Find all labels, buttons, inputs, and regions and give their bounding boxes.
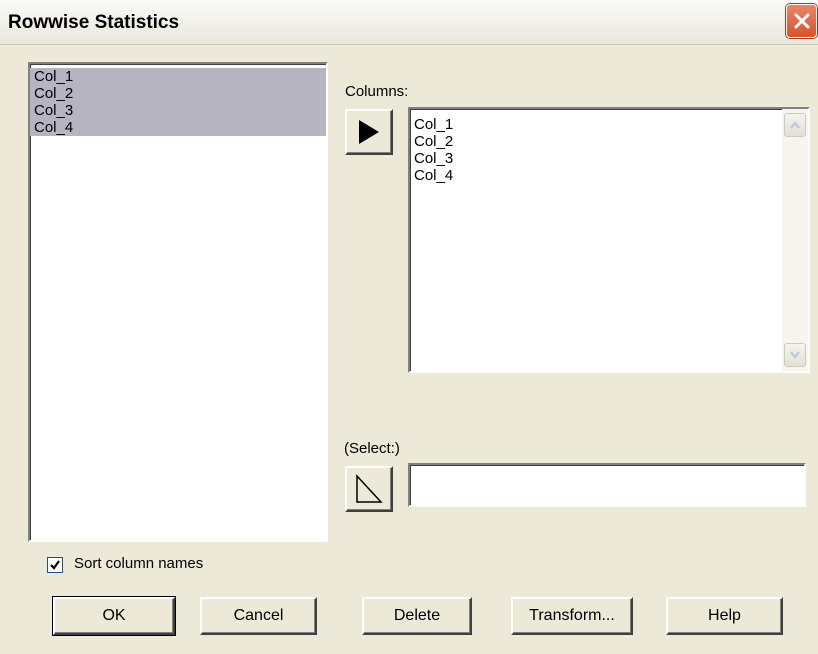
delete-button[interactable]: Delete	[362, 597, 472, 635]
sort-checkbox[interactable]	[47, 557, 63, 573]
ok-button[interactable]: OK	[52, 596, 176, 636]
select-label: (Select:)	[344, 440, 400, 457]
list-item[interactable]: Col_1	[410, 116, 770, 133]
add-to-columns-button[interactable]	[345, 109, 393, 155]
checkmark-icon	[50, 560, 60, 570]
chevron-down-icon	[790, 351, 800, 359]
list-item[interactable]: Col_2	[410, 133, 770, 150]
close-button[interactable]	[786, 4, 817, 38]
add-to-select-button[interactable]	[345, 466, 393, 512]
columns-list[interactable]: Col_1 Col_2 Col_3 Col_4	[408, 107, 810, 373]
window-title: Rowwise Statistics	[8, 12, 180, 33]
transform-button[interactable]: Transform...	[511, 597, 633, 635]
list-item[interactable]: Col_3	[30, 102, 326, 119]
columns-label: Columns:	[345, 83, 409, 100]
list-item[interactable]: Col_4	[30, 119, 326, 136]
source-column-list[interactable]: Col_1 Col_2 Col_3 Col_4	[28, 62, 328, 542]
scroll-down-button[interactable]	[784, 343, 806, 367]
columns-scrollbar[interactable]	[782, 109, 808, 371]
chevron-up-icon	[790, 121, 800, 129]
list-item[interactable]: Col_2	[30, 85, 326, 102]
arrow-right-filled-icon	[359, 120, 379, 144]
sort-checkbox-label[interactable]: Sort column names	[74, 555, 203, 572]
list-item[interactable]: Col_4	[410, 167, 770, 184]
cancel-button[interactable]: Cancel	[200, 597, 317, 635]
arrow-right-outline-icon	[356, 474, 383, 503]
title-bar: Rowwise Statistics	[0, 0, 818, 45]
select-input[interactable]	[408, 463, 806, 507]
list-item[interactable]: Col_3	[410, 150, 770, 167]
scroll-up-button[interactable]	[784, 113, 806, 137]
list-item[interactable]: Col_1	[30, 68, 326, 85]
help-button[interactable]: Help	[666, 597, 783, 635]
close-icon	[794, 13, 809, 29]
